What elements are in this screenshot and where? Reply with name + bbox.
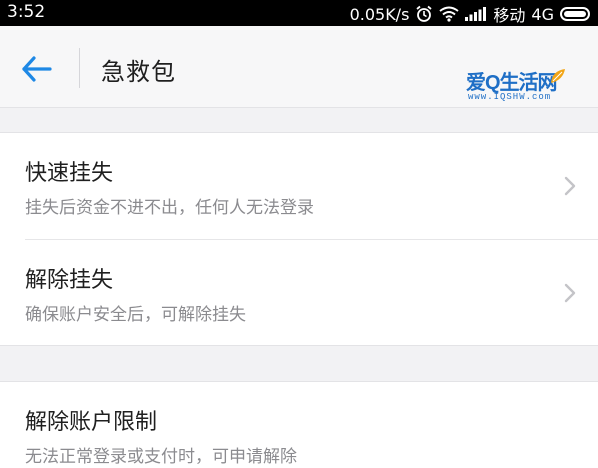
list-group-2: 解除账户限制 无法正常登录或支付时，可申请解除: [0, 381, 598, 468]
item-title: 解除挂失: [25, 268, 114, 293]
status-indicators: 0.05K/s 移动 4G: [350, 2, 590, 26]
list-item-quick-report-loss[interactable]: 快速挂失 挂失后资金不进不出，任何人无法登录: [0, 133, 598, 240]
chevron-right-icon: [564, 283, 576, 303]
list-item-cancel-report-loss[interactable]: 解除挂失 确保账户安全后，可解除挂失: [0, 240, 598, 347]
battery-icon: [560, 7, 590, 21]
watermark-main-text: 爱Q生活网: [466, 72, 558, 94]
watermark-logo: 爱Q生活网 www.IQSHW.com: [466, 64, 596, 114]
back-button[interactable]: [18, 49, 58, 89]
network-speed: 0.05K/s: [349, 4, 410, 24]
chevron-right-icon: [564, 176, 576, 196]
status-time: 3:52: [7, 2, 46, 22]
item-description: 无法正常登录或支付时，可申请解除: [25, 447, 297, 467]
item-description: 确保账户安全后，可解除挂失: [25, 305, 246, 325]
list-group-1: 快速挂失 挂失后资金不进不出，任何人无法登录 解除挂失 确保账户安全后，可解除挂…: [0, 132, 598, 346]
page-title: 急救包: [101, 58, 176, 86]
signal-icon: [465, 7, 487, 21]
wifi-icon: [439, 6, 460, 22]
carrier-label: 移动: [493, 6, 526, 25]
list-item-remove-account-restriction[interactable]: 解除账户限制 无法正常登录或支付时，可申请解除: [0, 382, 598, 468]
leaf-icon: [551, 69, 565, 83]
network-type: 4G: [531, 4, 554, 24]
nav-bar: 急救包 爱Q生活网 www.IQSHW.com: [0, 26, 598, 108]
alarm-icon: [415, 5, 433, 23]
status-bar: 3:52 0.05K/s 移动 4G: [0, 0, 598, 26]
item-description: 挂失后资金不进不出，任何人无法登录: [25, 198, 314, 218]
watermark-sub-text: www.IQSHW.com: [468, 92, 552, 102]
nav-divider: [79, 48, 80, 88]
item-title: 快速挂失: [25, 161, 114, 186]
item-title: 解除账户限制: [25, 410, 158, 435]
back-arrow-icon: [22, 56, 52, 82]
